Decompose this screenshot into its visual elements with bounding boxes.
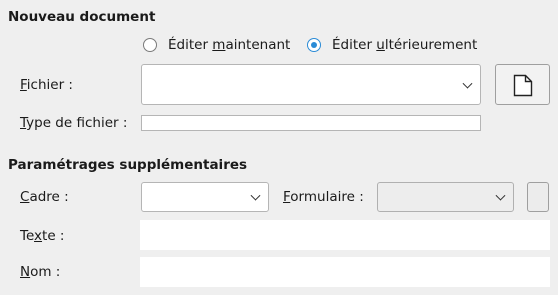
name-field[interactable] [140, 257, 550, 287]
chevron-down-icon [462, 78, 473, 89]
form-options-button[interactable] [527, 182, 549, 212]
edit-later-radio[interactable] [307, 38, 321, 52]
file-type-field [141, 115, 481, 131]
file-label: Fichier : [20, 77, 73, 93]
edit-now-radio-option[interactable]: Éditer maintenant [143, 37, 303, 55]
additional-settings-heading: Paramétrages supplémentaires [8, 157, 248, 173]
frame-label: Cadre : [20, 189, 69, 205]
form-combobox[interactable] [377, 182, 514, 212]
chevron-down-icon [495, 190, 506, 201]
frame-combobox[interactable] [141, 182, 269, 212]
chevron-down-icon [250, 190, 261, 201]
new-document-heading: Nouveau document [8, 9, 156, 25]
new-file-button[interactable] [495, 64, 550, 105]
name-label: Nom : [20, 264, 61, 280]
text-field[interactable] [140, 220, 550, 250]
edit-now-radio[interactable] [143, 38, 157, 52]
text-label: Texte : [20, 228, 65, 244]
edit-later-label: Éditer ultérieurement [332, 37, 478, 53]
file-type-label: Type de fichier : [20, 115, 128, 131]
file-combobox[interactable] [141, 64, 481, 105]
edit-now-label: Éditer maintenant [168, 37, 291, 53]
form-label: Formulaire : [283, 189, 364, 205]
edit-later-radio-option[interactable]: Éditer ultérieurement [307, 37, 492, 55]
document-icon [513, 74, 533, 97]
